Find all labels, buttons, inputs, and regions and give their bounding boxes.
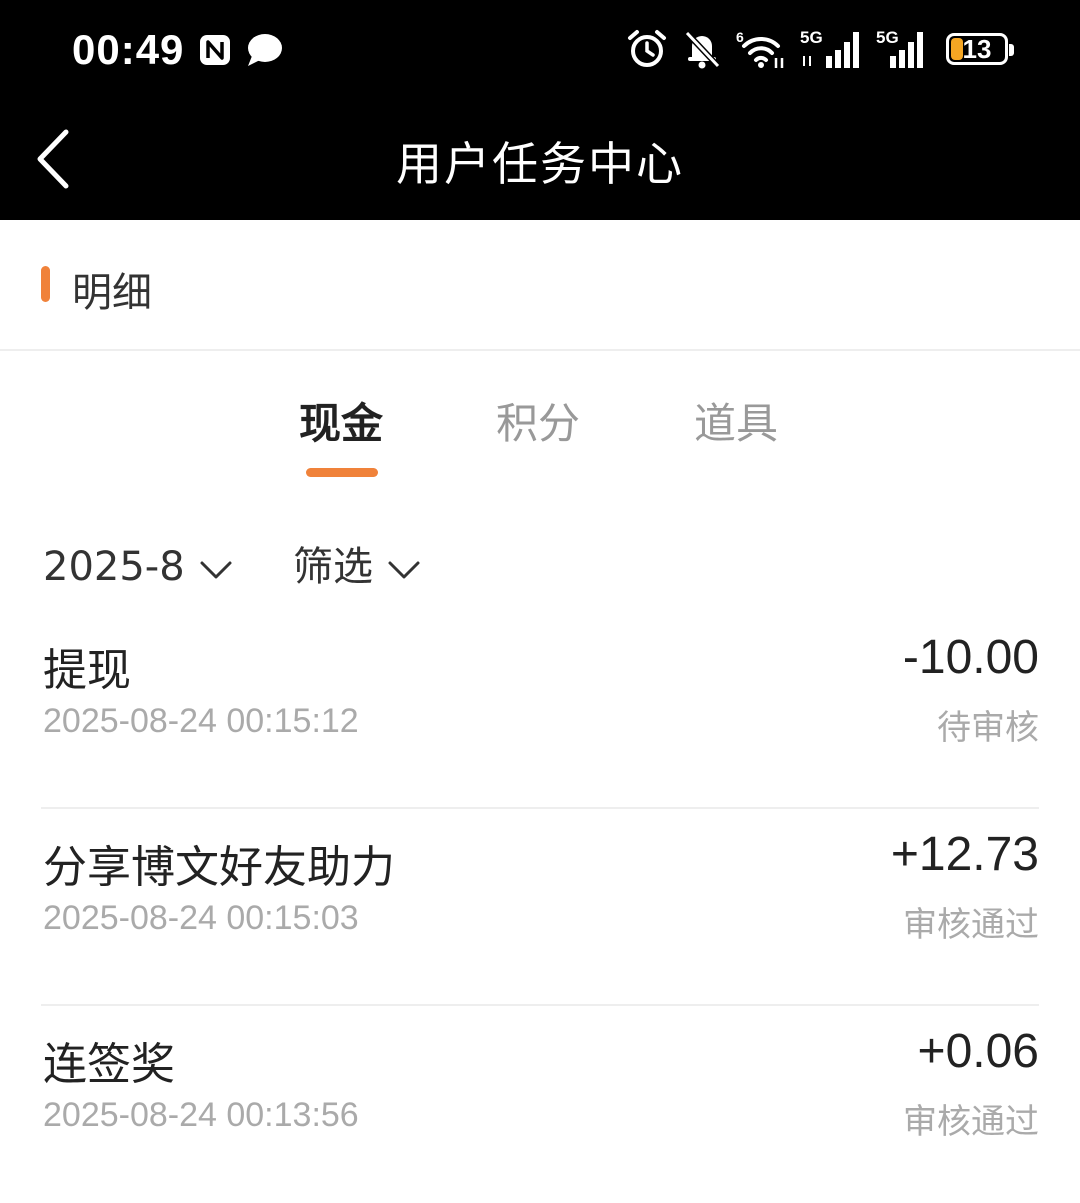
record-title: 提现: [43, 645, 131, 696]
section-title: 明细: [72, 270, 152, 316]
month-value: 2025-8: [43, 544, 185, 590]
list-item[interactable]: 连签奖 2025-08-24 00:13:56 +0.06 审核通过: [41, 1006, 1039, 1203]
page-title: 用户任务中心: [396, 137, 684, 191]
section-header: 明细: [0, 220, 1080, 351]
record-amount: -10.00: [902, 631, 1039, 684]
tab-bar: 现金 积分 道具: [0, 352, 1080, 492]
list-item[interactable]: 分享博文好友助力 2025-08-24 00:15:03 +12.73 审核通过: [41, 809, 1039, 1006]
record-title: 分享博文好友助力: [43, 842, 395, 893]
status-left-icons: [198, 32, 284, 68]
wifi-version-label: 6: [736, 29, 744, 45]
record-status: 审核通过: [903, 905, 1039, 945]
tab-items[interactable]: 道具: [694, 390, 778, 451]
tab-cash[interactable]: 现金: [299, 390, 383, 451]
list-item[interactable]: 提现 2025-08-24 00:15:12 -10.00 待审核: [41, 612, 1039, 809]
month-selector[interactable]: 2025-8: [43, 542, 233, 592]
signal-5g-icon-1: 5G: [800, 28, 862, 70]
record-time: 2025-08-24 00:13:56: [43, 1096, 359, 1134]
section-marker: [41, 266, 50, 302]
filter-selector[interactable]: 筛选: [293, 542, 421, 592]
network-type-2: 5G: [876, 28, 899, 47]
record-amount: +0.06: [917, 1025, 1039, 1078]
wifi-icon: 6: [736, 28, 786, 70]
battery-level: 13: [962, 33, 992, 64]
record-list: 提现 2025-08-24 00:15:12 -10.00 待审核 分享博文好友…: [41, 612, 1039, 1203]
nav-bar: 用户任务中心: [0, 100, 1080, 220]
status-time: 00:49: [72, 26, 185, 73]
battery-fill: [951, 38, 963, 60]
mute-bell-icon: [682, 28, 722, 70]
network-type-1: 5G: [800, 28, 823, 47]
chevron-down-icon: [388, 561, 420, 579]
record-amount: +12.73: [890, 828, 1039, 881]
chevron-down-icon: [200, 561, 232, 579]
filter-bar: 2025-8 筛选: [0, 530, 1080, 610]
message-icon: [244, 32, 284, 68]
nfc-icon: [198, 33, 232, 67]
battery-icon: 13: [946, 33, 1014, 65]
record-title: 连签奖: [43, 1039, 175, 1090]
tab-active-indicator: [306, 468, 378, 477]
record-status: 待审核: [937, 708, 1039, 748]
status-right-icons: 6 5G 5G 13: [626, 28, 1014, 70]
alarm-icon: [626, 28, 668, 70]
filter-label: 筛选: [293, 544, 373, 590]
record-time: 2025-08-24 00:15:03: [43, 899, 359, 937]
tab-points[interactable]: 积分: [496, 390, 580, 451]
status-bar: 00:49 6 5G 5G 13: [0, 0, 1080, 100]
signal-5g-icon-2: 5G: [876, 28, 932, 70]
record-time: 2025-08-24 00:15:12: [43, 702, 359, 740]
record-status: 审核通过: [903, 1102, 1039, 1142]
